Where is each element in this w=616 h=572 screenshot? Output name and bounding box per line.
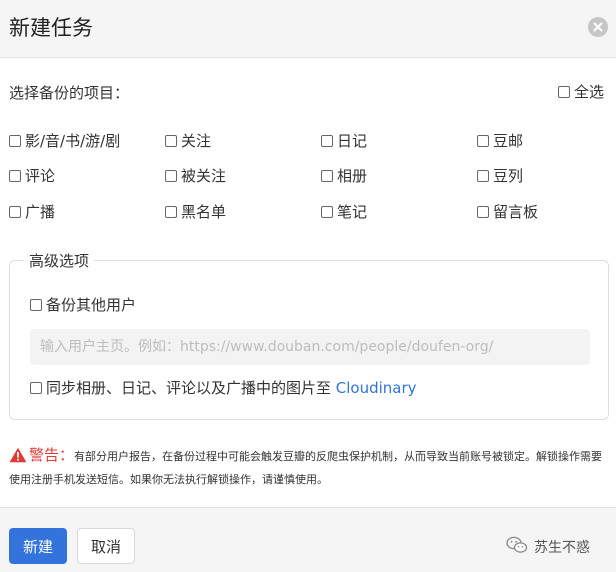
select-all-checkbox[interactable] <box>558 86 570 98</box>
warning-title: 警告 <box>29 446 60 464</box>
watermark-text: 苏生不惑 <box>534 540 590 556</box>
option-8[interactable]: 广播 <box>9 202 55 222</box>
advanced-options-fieldset: 高级选项 备份其他用户 同步相册、日记、评论以及广播中的图片至 Cloudina… <box>9 252 609 420</box>
option-1[interactable]: 关注 <box>165 131 211 151</box>
option-label: 广播 <box>25 203 56 221</box>
option-checkbox[interactable] <box>9 206 21 218</box>
backup-other-user-label: 备份其他用户 <box>46 296 137 314</box>
option-checkbox[interactable] <box>477 135 489 147</box>
option-label: 豆列 <box>493 167 524 185</box>
option-label: 评论 <box>25 167 56 185</box>
warning-notice: 警告：有部分用户报告，在备份过程中可能会触发豆瓣的反爬虫保护机制，从而导致当前账… <box>9 445 607 490</box>
option-checkbox[interactable] <box>165 170 177 182</box>
option-checkbox[interactable] <box>9 170 21 182</box>
option-7[interactable]: 豆列 <box>477 166 523 186</box>
option-0[interactable]: 影/音/书/游/剧 <box>9 131 120 151</box>
warning-text: 有部分用户报告，在备份过程中可能会触发豆瓣的反爬虫保护机制，从而导致当前账号被锁… <box>9 450 603 486</box>
close-icon[interactable] <box>588 17 608 37</box>
option-checkbox[interactable] <box>321 135 333 147</box>
option-2[interactable]: 日记 <box>321 131 367 151</box>
select-all-label: 全选 <box>574 83 605 101</box>
cancel-button[interactable]: 取消 <box>77 528 135 564</box>
dialog-footer: 新建 取消 苏生不惑 <box>0 507 616 572</box>
option-checkbox[interactable] <box>9 135 21 147</box>
option-6[interactable]: 相册 <box>321 166 367 186</box>
option-label: 日记 <box>337 132 368 150</box>
backup-other-user-checkbox[interactable] <box>30 299 42 311</box>
sync-images-label: 同步相册、日记、评论以及广播中的图片至 <box>46 379 336 397</box>
warning-colon: ： <box>59 446 75 464</box>
option-label: 关注 <box>181 132 212 150</box>
sync-images-option[interactable]: 同步相册、日记、评论以及广播中的图片至 Cloudinary <box>30 378 417 398</box>
option-checkbox[interactable] <box>321 206 333 218</box>
wechat-icon <box>506 536 534 558</box>
cloudinary-link[interactable]: Cloudinary <box>336 378 417 398</box>
option-9[interactable]: 黑名单 <box>165 202 226 222</box>
sync-images-checkbox[interactable] <box>30 382 42 394</box>
option-label: 影/音/书/游/剧 <box>25 132 121 150</box>
select-items-label: 选择备份的项目： <box>9 84 130 102</box>
option-checkbox[interactable] <box>477 170 489 182</box>
option-label: 留言板 <box>493 203 539 221</box>
warning-icon <box>9 447 27 470</box>
option-label: 豆邮 <box>493 132 524 150</box>
option-label: 笔记 <box>337 203 368 221</box>
dialog-title: 新建任务 <box>9 16 93 40</box>
option-5[interactable]: 被关注 <box>165 166 226 186</box>
create-button[interactable]: 新建 <box>9 528 67 564</box>
option-checkbox[interactable] <box>165 135 177 147</box>
option-11[interactable]: 留言板 <box>477 202 538 222</box>
advanced-options-legend: 高级选项 <box>24 252 95 270</box>
option-label: 黑名单 <box>181 203 227 221</box>
select-all-option[interactable]: 全选 <box>558 82 604 102</box>
option-label: 被关注 <box>181 167 227 185</box>
user-homepage-input[interactable] <box>30 329 590 365</box>
watermark: 苏生不惑 <box>506 536 590 558</box>
option-label: 相册 <box>337 167 368 185</box>
option-checkbox[interactable] <box>165 206 177 218</box>
option-checkbox[interactable] <box>477 206 489 218</box>
option-checkbox[interactable] <box>321 170 333 182</box>
option-4[interactable]: 评论 <box>9 166 55 186</box>
backup-other-user-option[interactable]: 备份其他用户 <box>30 295 136 315</box>
option-3[interactable]: 豆邮 <box>477 131 523 151</box>
option-10[interactable]: 笔记 <box>321 202 367 222</box>
dialog-header: 新建任务 <box>0 0 616 58</box>
